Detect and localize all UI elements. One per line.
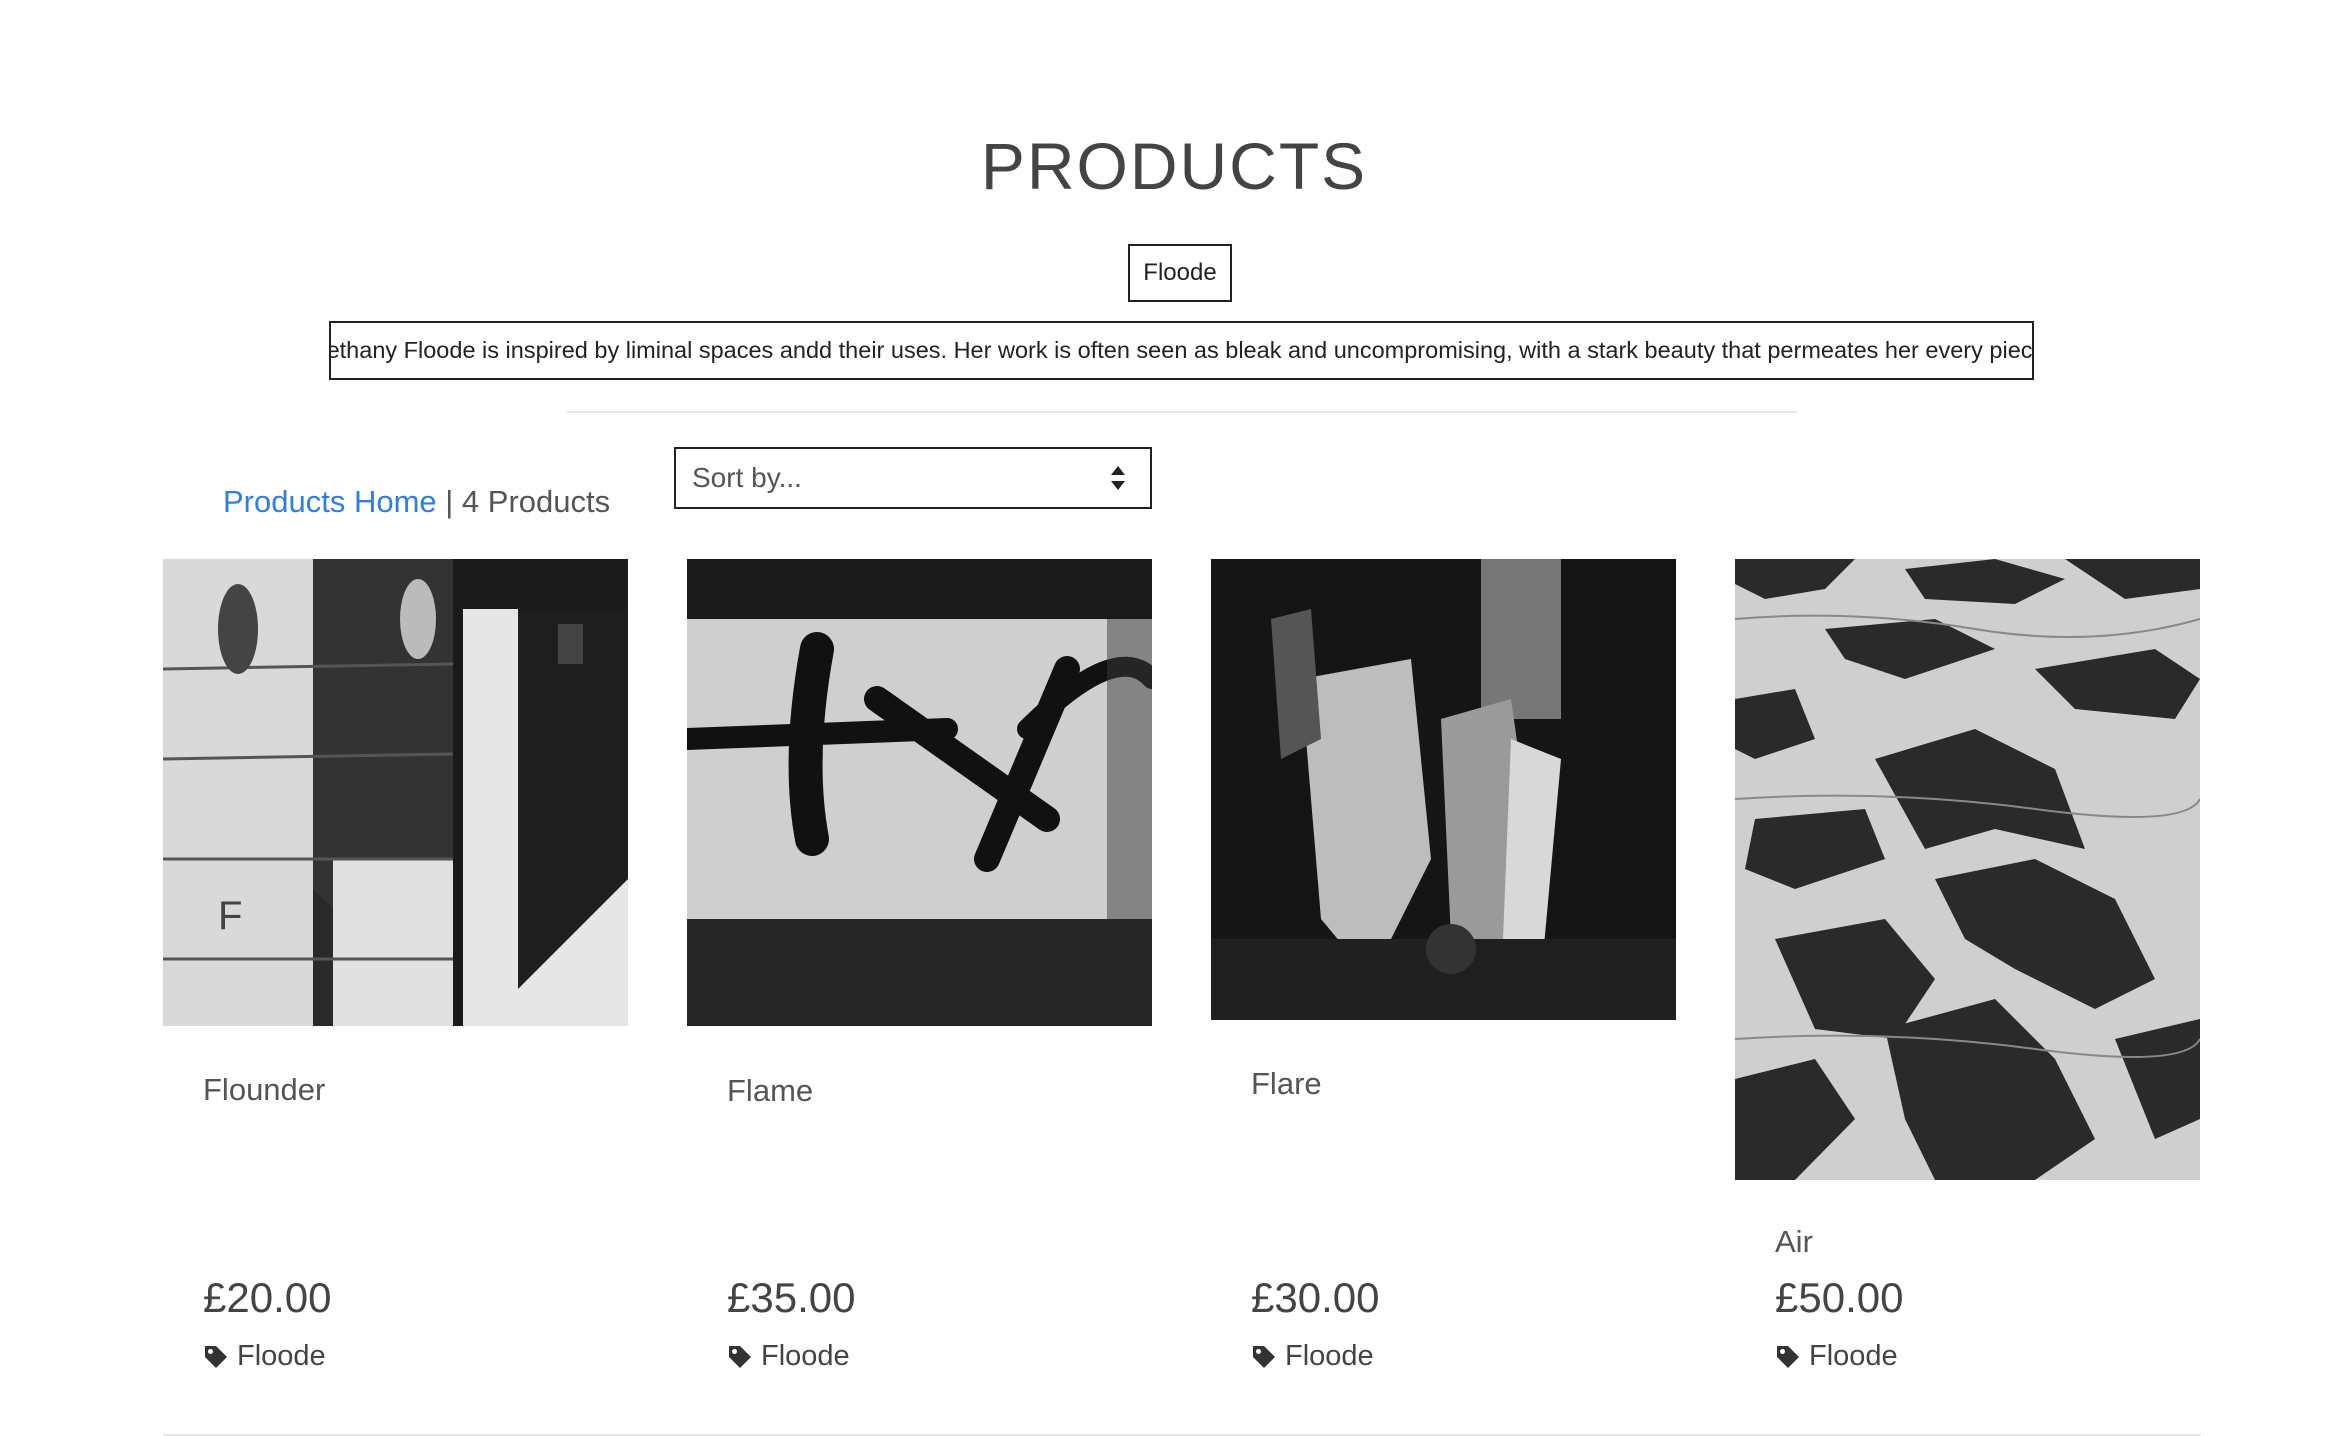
product-name[interactable]: Flare [1251, 1066, 1322, 1102]
header-divider [567, 411, 1797, 413]
artist-bio: Bethany Floode is inspired by liminal sp… [329, 321, 2034, 380]
product-artist-label: Floode [237, 1340, 326, 1372]
product-name[interactable]: Air [1775, 1224, 1813, 1260]
product-price: £20.00 [203, 1274, 332, 1321]
product-artist-tag[interactable]: Floode [1251, 1340, 1374, 1373]
sort-arrows-icon [1111, 466, 1125, 490]
tag-icon [205, 1345, 227, 1368]
product-image-flame[interactable] [687, 559, 1152, 1026]
product-price: £35.00 [727, 1274, 856, 1321]
product-artist-label: Floode [761, 1340, 850, 1372]
product-artist-tag[interactable]: Floode [727, 1340, 850, 1373]
svg-text:F: F [218, 894, 242, 938]
product-artist-label: Floode [1285, 1340, 1374, 1372]
product-price: £50.00 [1775, 1274, 1904, 1321]
product-price: £30.00 [1251, 1274, 1380, 1321]
products-page: PRODUCTS Floode Bethany Floode is inspir… [0, 0, 2348, 1436]
product-artist-tag[interactable]: Floode [1775, 1340, 1898, 1373]
product-artist-tag[interactable]: Floode [203, 1340, 326, 1373]
page-title: PRODUCTS [980, 129, 1368, 203]
artist-filter-button[interactable]: Floode [1128, 244, 1232, 302]
product-artist-label: Floode [1809, 1340, 1898, 1372]
product-image-flounder[interactable]: F [163, 559, 628, 1026]
product-image-air[interactable] [1735, 559, 2200, 1180]
breadcrumb-separator: | [436, 484, 462, 519]
product-name[interactable]: Flounder [203, 1072, 325, 1108]
tag-icon [729, 1345, 751, 1368]
breadcrumb: Products Home | 4 Products [223, 484, 610, 520]
product-image-flare[interactable] [1211, 559, 1676, 1020]
tag-icon [1777, 1345, 1799, 1368]
tag-icon [1253, 1345, 1275, 1368]
sort-select[interactable]: Sort by... [674, 447, 1152, 509]
sort-select-value: Sort by... [692, 462, 802, 493]
product-name[interactable]: Flame [727, 1073, 813, 1109]
products-home-link[interactable]: Products Home [223, 484, 437, 519]
product-count: 4 Products [461, 484, 611, 519]
